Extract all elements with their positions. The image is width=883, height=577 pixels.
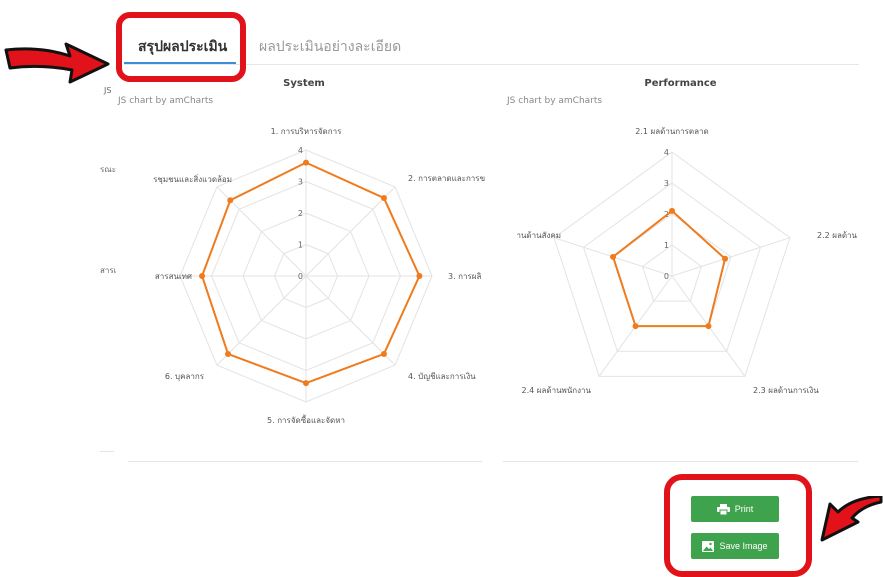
performance-spoke xyxy=(671,237,791,277)
performance-category-label: 2.2 ผลด้าน xyxy=(817,231,858,240)
system-panel-divider xyxy=(128,461,482,462)
system-category-label: 3. การผลิ xyxy=(448,272,481,281)
system-data-point[interactable] xyxy=(303,159,309,166)
performance-tick-label: 4 xyxy=(664,148,669,157)
performance-data-point[interactable] xyxy=(705,323,712,330)
system-tick-label: 4 xyxy=(298,146,303,155)
system-data-point[interactable] xyxy=(227,197,234,204)
performance-radar-chart: 012342.1 ผลด้านการตลาด2.2 ผลด้าน2.3 ผลด้… xyxy=(516,127,858,395)
system-category-label: สารสนเทศ xyxy=(155,272,192,281)
system-category-label: 4. บัญชีและการเงิน xyxy=(408,372,476,381)
system-tick-label: 2 xyxy=(298,209,303,218)
performance-tick-label: 1 xyxy=(664,241,669,250)
system-category-label: 5. การจัดซื้อและจัดหา xyxy=(267,414,345,425)
system-category-label: 1. การบริหารจัดการ xyxy=(271,127,342,136)
system-category-label: 6. บุคลากร xyxy=(165,372,205,381)
highlight-box-buttons xyxy=(664,474,812,577)
system-category-label: 2. การตลาดและการข xyxy=(408,174,485,183)
performance-category-label: านด้านสังคม xyxy=(516,231,561,240)
system-data-point[interactable] xyxy=(199,273,206,279)
performance-category-label: 2.1 ผลด้านการตลาด xyxy=(635,127,708,136)
system-data-point[interactable] xyxy=(380,195,387,202)
performance-data-point[interactable] xyxy=(610,253,617,260)
system-tick-label: 3 xyxy=(298,178,303,187)
red-arrow-left-icon xyxy=(4,42,110,84)
system-data-point[interactable] xyxy=(416,273,423,279)
system-radar-chart: 0 1 2 3 4 1. การบริหารจัดการ 2. การตลาดและการข… xyxy=(153,127,485,425)
system-data-point[interactable] xyxy=(225,350,232,357)
performance-series-line xyxy=(611,209,727,328)
system-chart-panel: System JS chart by amCharts 0 1 2 3 4 1. การบ… xyxy=(114,74,485,454)
system-data-point[interactable] xyxy=(380,350,387,357)
system-data-point[interactable] xyxy=(303,380,309,387)
performance-panel-divider xyxy=(503,461,858,462)
performance-tick-label: 3 xyxy=(664,179,669,188)
performance-data-point[interactable] xyxy=(722,255,729,262)
left-divider xyxy=(100,451,114,452)
red-arrow-right-icon xyxy=(820,496,883,542)
system-tick-label: 0 xyxy=(298,272,303,281)
performance-category-label: 2.3 ผลด้านการเงิน xyxy=(753,386,819,395)
system-category-label: รชุมชนและสิ่งแวดล้อม xyxy=(153,173,232,184)
performance-category-label: 2.4 ผลด้านพนักงาน xyxy=(522,386,592,395)
system-tick-label: 1 xyxy=(298,241,303,250)
performance-chart-panel: Performance JS chart by amCharts 0 1 2 3 4 2.… xyxy=(503,74,858,454)
tab-detailed[interactable]: ผลประเมินอย่างละเอียด xyxy=(259,36,401,58)
performance-data-point[interactable] xyxy=(632,323,639,330)
left-fragment-js: JS xyxy=(104,86,112,95)
performance-data-point[interactable] xyxy=(669,207,675,214)
highlight-box-tab xyxy=(116,12,246,82)
performance-tick-label: 0 xyxy=(664,272,669,281)
